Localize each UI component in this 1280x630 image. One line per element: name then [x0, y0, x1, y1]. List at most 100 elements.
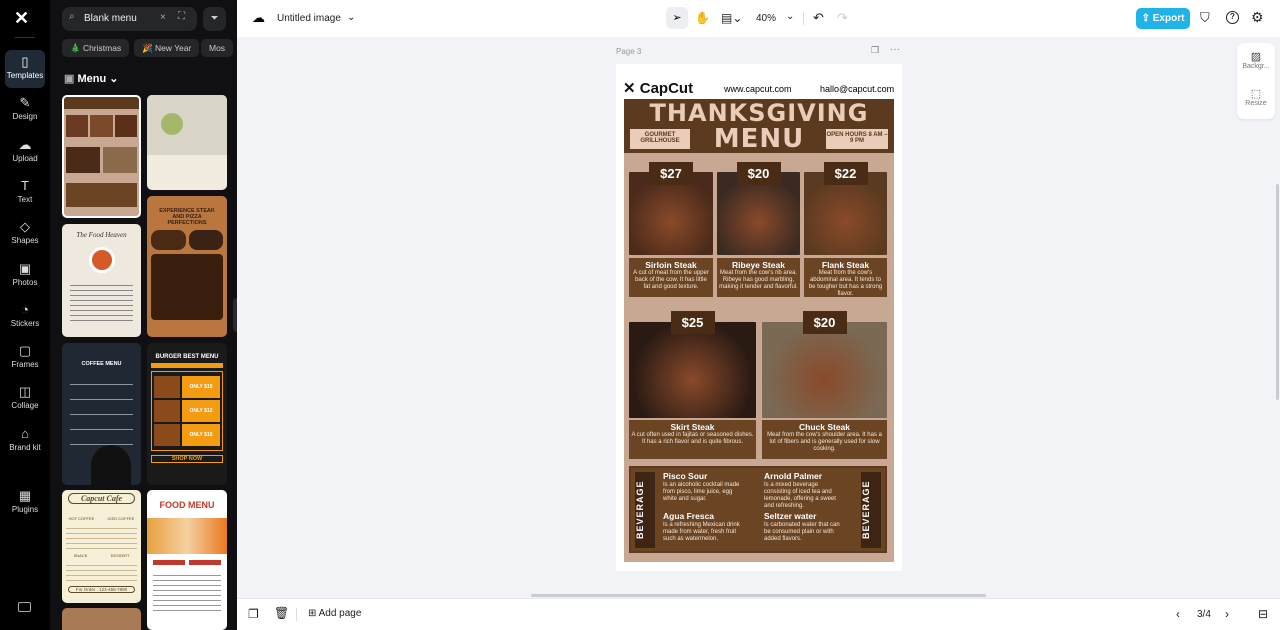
frames-icon: ▢	[18, 343, 32, 359]
redo-icon[interactable]: ↷	[837, 10, 848, 26]
category-dropdown[interactable]: ▣ Menu ⌄	[64, 72, 118, 85]
settings-icon[interactable]: ⚙	[1251, 9, 1264, 26]
shapes-icon: ◇	[20, 219, 30, 235]
plugins-icon: ▦	[18, 488, 32, 503]
price-tag: $27	[649, 162, 693, 185]
rail-item-frames[interactable]: ▢ Frames	[5, 339, 45, 377]
duplicate-page-icon[interactable]: ❐	[871, 45, 879, 56]
clear-icon[interactable]: ×	[160, 12, 166, 23]
template-coffee-menu[interactable]: COFFEE MENU	[62, 343, 141, 485]
chip-more[interactable]: Mos	[201, 39, 234, 57]
price-tag: $25	[670, 311, 715, 334]
add-page-icon: ⊞	[308, 608, 319, 619]
rail-item-plugins[interactable]: ▦ Plugins	[5, 484, 45, 522]
title-chevron-icon[interactable]: ⌄	[347, 12, 355, 23]
price-tag: $20	[736, 162, 781, 185]
menu-icon: ▣	[64, 73, 78, 85]
background-button[interactable]: ▨ Backgr...	[1237, 50, 1275, 70]
export-button[interactable]: ⇪ Export	[1136, 8, 1190, 29]
search-input[interactable]: ⌕ Blank menu × ⛶	[62, 7, 197, 31]
resize-icon: ⬚	[1250, 88, 1262, 100]
rail-item-upload[interactable]: ☁ Upload	[5, 133, 45, 171]
menu-brand: ✕ CapCut	[623, 80, 694, 97]
pages-panel-icon[interactable]: ⊟	[1258, 607, 1268, 621]
price-tag: $22	[823, 162, 868, 185]
capcut-logo[interactable]: ✕	[14, 8, 29, 29]
bottom-bar: ❐ 🗑 ⊞ Add page ‹ 3/4 › ⊟	[237, 598, 1280, 630]
document-title[interactable]: Untitled image	[277, 13, 341, 24]
zoom-chevron-icon[interactable]: ⌄	[786, 11, 794, 22]
rail-item-templates[interactable]: ▯ Templates	[5, 50, 45, 88]
template-more[interactable]	[62, 608, 141, 630]
hand-tool-icon[interactable]: ✋	[695, 11, 710, 25]
cloud-save-icon[interactable]: ☁	[252, 10, 265, 26]
rail-item-shapes[interactable]: ◇ Shapes	[5, 215, 45, 253]
steak-photo	[629, 322, 756, 418]
divider	[15, 37, 35, 38]
rail-item-brand-kit[interactable]: ⌂ Brand kit	[5, 422, 45, 466]
steak-description: Sirloin Steak A cut of meat from the uppe…	[629, 258, 713, 297]
top-bar: ☁ Untitled image ⌄ ➢ ✋ ▤⌄ 40% ⌄ ↶ ↷ ⇪ Ex…	[237, 0, 1280, 37]
steak-photo	[762, 322, 887, 418]
page-indicator: 3/4	[1197, 609, 1211, 620]
menu-subtitle: MENU	[713, 124, 805, 154]
beverage-item: Seltzer water Is carbonated water that ca…	[764, 511, 840, 542]
chip-christmas[interactable]: 🎄 Christmas	[62, 39, 130, 57]
select-tool-icon[interactable]: ➢	[666, 7, 688, 29]
grillhouse-box: GOURMET GRILLHOUSE	[630, 129, 690, 149]
filter-button[interactable]: ⏷	[203, 7, 226, 31]
template-matcha[interactable]	[147, 95, 227, 190]
shield-icon[interactable]: ⛉	[1200, 10, 1210, 26]
keyboard-icon[interactable]	[18, 602, 31, 612]
delete-icon[interactable]: 🗑	[274, 606, 289, 620]
beverage-item: Pisco Sour Is an alcoholic cocktail made …	[663, 471, 740, 502]
duplicate-icon[interactable]: ❐	[248, 607, 259, 621]
rail-item-collage[interactable]: ◫ Collage	[5, 380, 45, 418]
help-icon[interactable]: ?	[1226, 11, 1239, 24]
photos-icon: ▣	[18, 260, 32, 276]
rail-item-photos[interactable]: ▣ Photos	[5, 257, 45, 295]
zoom-level[interactable]: 40%	[756, 13, 776, 24]
export-icon: ⇪	[1141, 13, 1153, 24]
panel-collapse-handle[interactable]	[233, 298, 237, 332]
text-icon: T	[21, 177, 29, 193]
divider	[296, 608, 297, 621]
search-icon: ⌕	[69, 11, 75, 22]
template-food-menu[interactable]: FOOD MENU	[147, 490, 227, 630]
chip-new-year[interactable]: 🎉 New Year	[134, 39, 200, 57]
rail-item-stickers[interactable]: ◔ Stickers	[5, 298, 45, 336]
design-icon: ✎	[19, 95, 31, 111]
brand-kit-icon: ⌂	[21, 425, 29, 441]
beverage-label-right: BEVERAGE	[861, 472, 881, 548]
resize-button[interactable]: ⬚ Resize	[1237, 87, 1275, 107]
add-page-button[interactable]: ⊞ Add page	[308, 608, 361, 619]
design-page[interactable]: ✕ CapCut www.capcut.com hallo@capcut.com…	[616, 64, 902, 571]
divider	[803, 12, 804, 25]
vertical-scrollbar[interactable]	[1276, 184, 1279, 400]
template-steak-pizza[interactable]: EXPERIENCE STEAK AND PIZZA PERFECTIONS	[147, 196, 227, 337]
templates-panel: ⌕ Blank menu × ⛶ ⏷ 🎄 Christmas 🎉 New Yea…	[50, 0, 237, 630]
beverage-section: BEVERAGE BEVERAGE Pisco Sour Is an alcoho…	[629, 466, 887, 553]
prev-page-icon[interactable]: ‹	[1176, 607, 1180, 621]
steak-description: Flank Steak Meat from the cow's abdominal…	[804, 258, 887, 297]
capcut-logo-icon: ✕	[623, 80, 640, 97]
image-search-icon[interactable]: ⛶	[178, 11, 185, 22]
template-burger[interactable]: BURGER BEST MENU ONLY $15 ONLY $12 ONLY …	[147, 343, 227, 485]
template-capcut-cafe[interactable]: Capcut Cafe HOT COFFEE ICED COFFEE SNACK D…	[62, 490, 141, 603]
rail-item-design[interactable]: ✎ Design	[5, 91, 45, 129]
template-thanksgiving[interactable]	[62, 95, 141, 218]
layout-icon[interactable]: ▤⌄	[721, 11, 742, 25]
upload-icon: ☁	[18, 136, 32, 152]
more-options-icon[interactable]: ···	[890, 44, 900, 55]
rail-item-text[interactable]: T Text	[5, 174, 45, 212]
horizontal-scrollbar[interactable]	[531, 594, 986, 597]
page-label: Page 3	[616, 47, 642, 56]
beverage-item: Arnold Palmer Is a mixed beverage consist…	[764, 471, 836, 509]
next-page-icon[interactable]: ›	[1225, 607, 1229, 621]
background-icon: ▨	[1250, 51, 1262, 63]
menu-title: THANKSGIVING	[649, 99, 869, 127]
collage-icon: ◫	[18, 384, 32, 400]
price-tag: $20	[802, 311, 847, 334]
template-food-heaven[interactable]: The Food Heaven	[62, 224, 141, 337]
undo-icon[interactable]: ↶	[813, 10, 824, 26]
